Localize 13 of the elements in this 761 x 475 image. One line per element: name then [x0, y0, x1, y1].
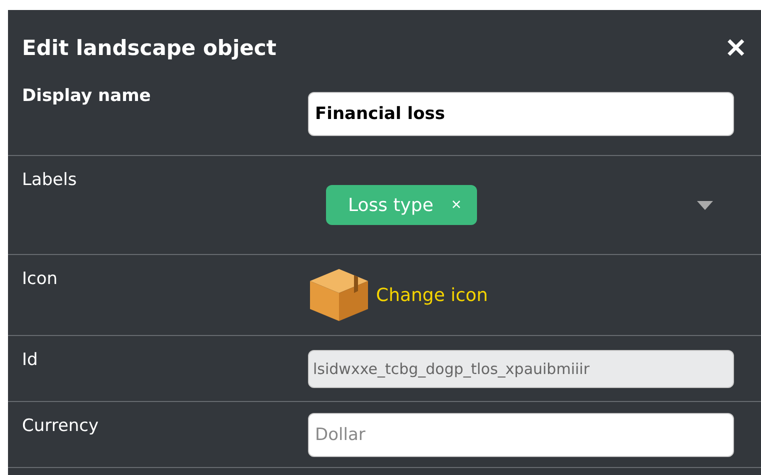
field-label: Currency [21, 415, 100, 436]
field-label: Icon [21, 268, 59, 289]
box-icon [308, 267, 370, 323]
close-button[interactable]: ✕ [725, 32, 747, 64]
field-label: Id [21, 349, 39, 370]
text-field[interactable]: Financial loss [308, 92, 734, 136]
dialog-title: Edit landscape object [22, 36, 276, 60]
dropdown-caret-icon[interactable] [697, 200, 713, 210]
text-field[interactable]: Dollar [308, 412, 734, 456]
field-label: Display name [21, 85, 152, 106]
tag-text: Loss type [348, 194, 434, 216]
change-icon-link[interactable]: Change icon [376, 284, 488, 306]
field-label: Labels [21, 169, 78, 190]
